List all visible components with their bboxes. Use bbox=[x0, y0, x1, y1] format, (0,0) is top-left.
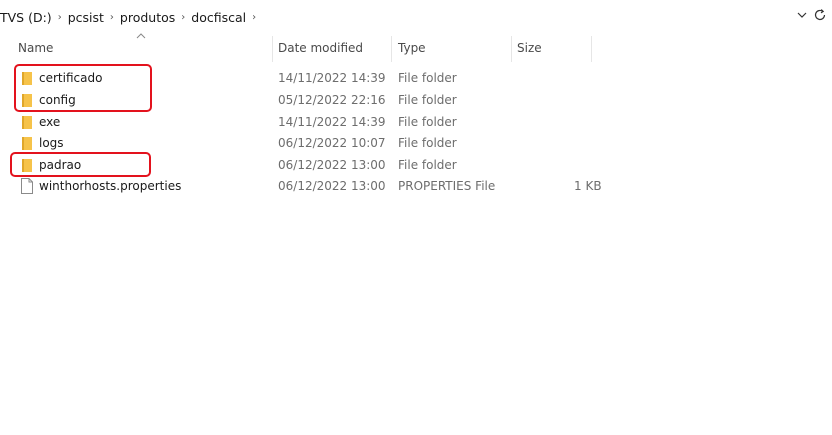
chevron-down-icon[interactable] bbox=[795, 9, 809, 23]
column-divider[interactable] bbox=[591, 36, 592, 62]
highlight-box bbox=[10, 152, 151, 177]
breadcrumb-separator-icon[interactable]: › bbox=[246, 12, 262, 23]
column-divider[interactable] bbox=[511, 36, 512, 62]
file-date: 06/12/2022 13:00 bbox=[278, 179, 386, 193]
file-date: 06/12/2022 10:07 bbox=[278, 136, 386, 150]
breadcrumb-separator-icon[interactable]: › bbox=[104, 12, 120, 23]
column-divider[interactable] bbox=[272, 36, 273, 62]
file-name: winthorhosts.properties bbox=[39, 179, 182, 193]
column-divider[interactable] bbox=[391, 36, 392, 62]
highlight-box bbox=[14, 64, 152, 112]
column-header-date-modified[interactable]: Date modified bbox=[278, 32, 363, 64]
file-type: File folder bbox=[398, 93, 457, 107]
refresh-icon[interactable] bbox=[812, 8, 828, 24]
file-type: File folder bbox=[398, 158, 457, 172]
breadcrumb: TVS (D:) › pcsist › produtos › docfiscal… bbox=[0, 8, 262, 26]
address-bar[interactable]: TVS (D:) › pcsist › produtos › docfiscal… bbox=[0, 0, 832, 32]
column-header-size[interactable]: Size bbox=[517, 32, 542, 64]
column-header-name[interactable]: Name bbox=[18, 32, 53, 64]
file-name: logs bbox=[39, 136, 64, 150]
breadcrumb-separator-icon[interactable]: › bbox=[52, 12, 68, 23]
file-type: File folder bbox=[398, 71, 457, 85]
table-row[interactable]: exe 14/11/2022 14:39 File folder bbox=[14, 112, 814, 133]
file-size: 1 KB bbox=[574, 179, 602, 193]
table-row[interactable]: winthorhosts.properties 06/12/2022 13:00… bbox=[14, 176, 814, 197]
breadcrumb-separator-icon[interactable]: › bbox=[175, 12, 191, 23]
breadcrumb-produtos[interactable]: produtos bbox=[120, 10, 175, 25]
sort-ascending-icon bbox=[136, 32, 146, 44]
file-date: 14/11/2022 14:39 bbox=[278, 71, 386, 85]
file-date: 06/12/2022 13:00 bbox=[278, 158, 386, 172]
column-header-row: Name Date modified Type Size bbox=[0, 32, 832, 64]
file-date: 05/12/2022 22:16 bbox=[278, 93, 386, 107]
file-icon bbox=[21, 178, 33, 194]
file-name: exe bbox=[39, 115, 61, 129]
folder-icon bbox=[22, 137, 32, 150]
table-row[interactable]: logs 06/12/2022 10:07 File folder bbox=[14, 133, 814, 154]
file-type: File folder bbox=[398, 136, 457, 150]
breadcrumb-docfiscal[interactable]: docfiscal bbox=[191, 10, 246, 25]
file-type: PROPERTIES File bbox=[398, 179, 496, 193]
column-header-type[interactable]: Type bbox=[398, 32, 426, 64]
folder-icon bbox=[22, 116, 32, 129]
file-type: File folder bbox=[398, 115, 457, 129]
breadcrumb-drive[interactable]: TVS (D:) bbox=[0, 10, 52, 25]
file-date: 14/11/2022 14:39 bbox=[278, 115, 386, 129]
breadcrumb-pcsist[interactable]: pcsist bbox=[68, 10, 104, 25]
